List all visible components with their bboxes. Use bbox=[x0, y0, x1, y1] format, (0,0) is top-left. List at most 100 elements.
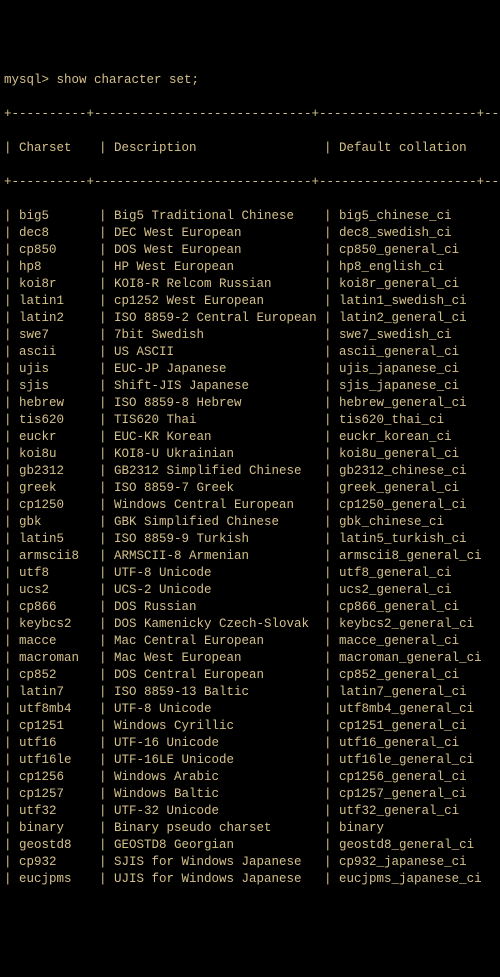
table-row: | sjis| Shift-JIS Japanese| sjis_japanes… bbox=[4, 378, 496, 395]
cell-description: ARMSCII-8 Armenian bbox=[114, 548, 324, 565]
header-charset: Charset bbox=[19, 140, 99, 157]
table-row: | ascii| US ASCII| ascii_general_ci| 1 | bbox=[4, 344, 496, 361]
cell-collation: tis620_thai_ci bbox=[339, 412, 500, 429]
prompt-text: mysql> show character set; bbox=[4, 73, 199, 87]
cell-collation: geostd8_general_ci bbox=[339, 837, 500, 854]
cell-collation: latin2_general_ci bbox=[339, 310, 500, 327]
table-row: | macce| Mac Central European| macce_gen… bbox=[4, 633, 496, 650]
cell-charset: latin2 bbox=[19, 310, 99, 327]
cell-collation: latin7_general_ci bbox=[339, 684, 500, 701]
cell-description: Mac Central European bbox=[114, 633, 324, 650]
cell-collation: sjis_japanese_ci bbox=[339, 378, 500, 395]
table-row: | big5| Big5 Traditional Chinese| big5_c… bbox=[4, 208, 496, 225]
cell-collation: utf16le_general_ci bbox=[339, 752, 500, 769]
cell-description: ISO 8859-7 Greek bbox=[114, 480, 324, 497]
cell-charset: koi8u bbox=[19, 446, 99, 463]
cell-description: GEOSTD8 Georgian bbox=[114, 837, 324, 854]
table-row: | cp866| DOS Russian| cp866_general_ci| … bbox=[4, 599, 496, 616]
cell-collation: macce_general_ci bbox=[339, 633, 500, 650]
cell-charset: cp850 bbox=[19, 242, 99, 259]
table-row: | eucjpms| UJIS for Windows Japanese| eu… bbox=[4, 871, 496, 888]
table-row: | cp1251| Windows Cyrillic| cp1251_gener… bbox=[4, 718, 496, 735]
table-row: | utf16le| UTF-16LE Unicode| utf16le_gen… bbox=[4, 752, 496, 769]
cell-description: ISO 8859-13 Baltic bbox=[114, 684, 324, 701]
cell-charset: eucjpms bbox=[19, 871, 99, 888]
cell-description: UTF-16LE Unicode bbox=[114, 752, 324, 769]
cell-charset: geostd8 bbox=[19, 837, 99, 854]
cell-description: GBK Simplified Chinese bbox=[114, 514, 324, 531]
cell-description: Windows Cyrillic bbox=[114, 718, 324, 735]
table-row: | hebrew| ISO 8859-8 Hebrew| hebrew_gene… bbox=[4, 395, 496, 412]
cell-description: UTF-16 Unicode bbox=[114, 735, 324, 752]
cell-charset: swe7 bbox=[19, 327, 99, 344]
cell-charset: armscii8 bbox=[19, 548, 99, 565]
cell-description: Windows Arabic bbox=[114, 769, 324, 786]
cell-collation: latin1_swedish_ci bbox=[339, 293, 500, 310]
cell-charset: sjis bbox=[19, 378, 99, 395]
cell-collation: dec8_swedish_ci bbox=[339, 225, 500, 242]
cell-charset: utf32 bbox=[19, 803, 99, 820]
cell-charset: cp852 bbox=[19, 667, 99, 684]
cell-charset: gb2312 bbox=[19, 463, 99, 480]
cell-description: KOI8-U Ukrainian bbox=[114, 446, 324, 463]
header-collation: Default collation bbox=[339, 140, 500, 157]
cell-collation: cp1250_general_ci bbox=[339, 497, 500, 514]
cell-charset: koi8r bbox=[19, 276, 99, 293]
prompt-line[interactable]: mysql> show character set; bbox=[4, 72, 496, 89]
cell-collation: big5_chinese_ci bbox=[339, 208, 500, 225]
table-row: | latin5| ISO 8859-9 Turkish| latin5_tur… bbox=[4, 531, 496, 548]
results-body: | big5| Big5 Traditional Chinese| big5_c… bbox=[4, 208, 496, 888]
cell-collation: utf8mb4_general_ci bbox=[339, 701, 500, 718]
cell-description: UCS-2 Unicode bbox=[114, 582, 324, 599]
cell-collation: cp1251_general_ci bbox=[339, 718, 500, 735]
cell-description: KOI8-R Relcom Russian bbox=[114, 276, 324, 293]
table-row: | geostd8| GEOSTD8 Georgian| geostd8_gen… bbox=[4, 837, 496, 854]
table-row: | latin1| cp1252 West European| latin1_s… bbox=[4, 293, 496, 310]
separator-mid: +----------+----------------------------… bbox=[4, 174, 496, 191]
cell-collation: armscii8_general_ci bbox=[339, 548, 500, 565]
cell-charset: big5 bbox=[19, 208, 99, 225]
cell-collation: cp866_general_ci bbox=[339, 599, 500, 616]
cell-description: 7bit Swedish bbox=[114, 327, 324, 344]
cell-charset: ascii bbox=[19, 344, 99, 361]
cell-description: EUC-JP Japanese bbox=[114, 361, 324, 378]
cell-charset: euckr bbox=[19, 429, 99, 446]
cell-charset: hp8 bbox=[19, 259, 99, 276]
cell-description: TIS620 Thai bbox=[114, 412, 324, 429]
cell-collation: cp850_general_ci bbox=[339, 242, 500, 259]
cell-charset: utf8mb4 bbox=[19, 701, 99, 718]
table-row: | macroman| Mac West European| macroman_… bbox=[4, 650, 496, 667]
cell-collation: utf16_general_ci bbox=[339, 735, 500, 752]
cell-collation: ujis_japanese_ci bbox=[339, 361, 500, 378]
table-row: | koi8r| KOI8-R Relcom Russian| koi8r_ge… bbox=[4, 276, 496, 293]
cell-charset: latin1 bbox=[19, 293, 99, 310]
cell-collation: koi8u_general_ci bbox=[339, 446, 500, 463]
table-row: | utf32| UTF-32 Unicode| utf32_general_c… bbox=[4, 803, 496, 820]
cell-charset: ujis bbox=[19, 361, 99, 378]
cell-description: GB2312 Simplified Chinese bbox=[114, 463, 324, 480]
cell-collation: ucs2_general_ci bbox=[339, 582, 500, 599]
table-row: | gb2312| GB2312 Simplified Chinese| gb2… bbox=[4, 463, 496, 480]
cell-description: EUC-KR Korean bbox=[114, 429, 324, 446]
cell-charset: dec8 bbox=[19, 225, 99, 242]
cell-charset: cp1250 bbox=[19, 497, 99, 514]
cell-description: UTF-8 Unicode bbox=[114, 701, 324, 718]
cell-collation: utf8_general_ci bbox=[339, 565, 500, 582]
table-row: | utf8| UTF-8 Unicode| utf8_general_ci| … bbox=[4, 565, 496, 582]
cell-description: UTF-32 Unicode bbox=[114, 803, 324, 820]
table-row: | utf16| UTF-16 Unicode| utf16_general_c… bbox=[4, 735, 496, 752]
cell-charset: keybcs2 bbox=[19, 616, 99, 633]
cell-charset: gbk bbox=[19, 514, 99, 531]
cell-description: Big5 Traditional Chinese bbox=[114, 208, 324, 225]
table-row: | latin7| ISO 8859-13 Baltic| latin7_gen… bbox=[4, 684, 496, 701]
cell-collation: cp1257_general_ci bbox=[339, 786, 500, 803]
cell-charset: greek bbox=[19, 480, 99, 497]
cell-description: Mac West European bbox=[114, 650, 324, 667]
table-row: | tis620| TIS620 Thai| tis620_thai_ci| 1… bbox=[4, 412, 496, 429]
cell-collation: euckr_korean_ci bbox=[339, 429, 500, 446]
cell-description: DOS Central European bbox=[114, 667, 324, 684]
table-row: | keybcs2| DOS Kamenicky Czech-Slovak| k… bbox=[4, 616, 496, 633]
header-description: Description bbox=[114, 140, 324, 157]
cell-description: ISO 8859-8 Hebrew bbox=[114, 395, 324, 412]
cell-collation: macroman_general_ci bbox=[339, 650, 500, 667]
